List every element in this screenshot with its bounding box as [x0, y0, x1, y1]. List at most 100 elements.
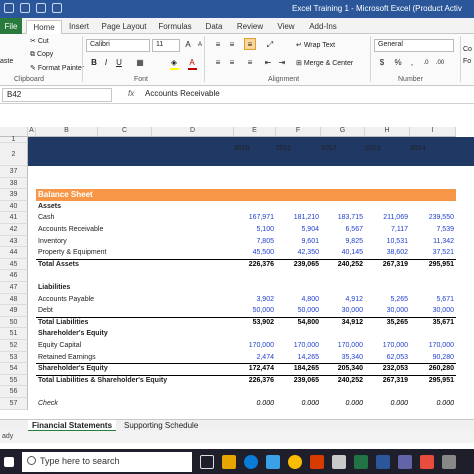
value-cell[interactable]: 240,252 [321, 375, 363, 387]
table-row[interactable]: 53 Retained Earnings 2,474 14,265 35,340 62,0… [0, 351, 474, 364]
row-number[interactable]: 39 [0, 189, 28, 201]
row-number[interactable]: 47 [0, 282, 28, 294]
column-header-h[interactable]: H [365, 127, 410, 137]
table-row[interactable]: 50 Total Liabilities 53,902 54,800 34,912 35,… [0, 316, 474, 329]
value-cell[interactable]: 184,265 [276, 363, 319, 375]
value-cell[interactable]: 226,376 [234, 259, 274, 271]
table-row[interactable]: 44 Property & Equipment 45,500 42,350 40,145… [0, 247, 474, 259]
row-number[interactable]: 2 [0, 143, 28, 166]
align-top-icon[interactable]: ≡ [212, 39, 224, 51]
value-cell[interactable]: 3,902 [234, 294, 274, 306]
table-row[interactable]: 45 Total Assets 226,376 239,065 240,252 267,3… [0, 258, 474, 271]
tab-page-layout[interactable]: Page Layout [100, 20, 148, 34]
value-cell[interactable]: 50,000 [234, 305, 274, 317]
tab-formulas[interactable]: Formulas [156, 20, 194, 34]
value-cell[interactable]: 5,265 [365, 294, 408, 306]
row-label[interactable]: Retained Earnings [38, 352, 96, 364]
value-cell[interactable]: 90,280 [410, 352, 454, 364]
number-format-select[interactable]: General [374, 39, 454, 52]
value-cell[interactable]: 4,800 [276, 294, 319, 306]
row-label[interactable]: Inventory [38, 236, 67, 248]
align-center-icon[interactable]: ≡ [226, 57, 238, 69]
format-as-table-button[interactable]: Fo [463, 58, 471, 65]
value-cell[interactable]: 226,376 [234, 375, 274, 387]
value-cell[interactable]: 295,951 [410, 259, 454, 271]
row-number[interactable]: 51 [0, 328, 28, 340]
increase-decimal-icon[interactable]: .0 [420, 57, 432, 69]
value-cell[interactable]: 211,069 [365, 212, 408, 224]
value-cell[interactable]: 6,567 [321, 224, 363, 236]
row-number[interactable]: 37 [0, 166, 28, 178]
value-cell[interactable]: 181,210 [276, 212, 319, 224]
row-number[interactable]: 54 [0, 363, 28, 375]
value-cell[interactable]: 205,340 [321, 363, 363, 375]
table-row[interactable]: 48 Accounts Payable 3,902 4,800 4,912 5,265 5,… [0, 293, 474, 306]
value-cell[interactable]: 62,053 [365, 352, 408, 364]
table-row[interactable]: 52 Equity Capital 170,000 170,000 170,000 170… [0, 340, 474, 352]
value-cell[interactable]: 170,000 [410, 340, 454, 352]
italic-button[interactable]: I [100, 57, 112, 69]
value-cell[interactable]: 9,601 [276, 236, 319, 248]
row-number[interactable]: 53 [0, 351, 28, 364]
value-cell[interactable]: 37,521 [410, 247, 454, 259]
orientation-icon[interactable]: ⤢ [264, 39, 276, 51]
table-row[interactable]: 40 Assets [0, 200, 474, 213]
borders-icon[interactable]: ▦ [134, 57, 146, 69]
value-cell[interactable]: 10,531 [365, 236, 408, 248]
value-cell[interactable]: 7,117 [365, 224, 408, 236]
chrome-icon[interactable] [288, 455, 302, 469]
paste-button[interactable]: aste [0, 58, 13, 65]
tab-view[interactable]: View [274, 20, 298, 34]
row-number[interactable]: 50 [0, 316, 28, 329]
tab-data[interactable]: Data [203, 20, 225, 34]
table-row[interactable]: 49 Debt 50,000 50,000 30,000 30,000 30,000 [0, 305, 474, 317]
row-label[interactable]: Shareholder's Equity [38, 328, 108, 340]
taskbar-search-box[interactable]: Type here to search [22, 452, 192, 472]
row-label[interactable]: Cash [38, 212, 54, 224]
table-row[interactable]: 2 2010 2011 2012 2013 2014 [0, 143, 474, 166]
row-number[interactable]: 45 [0, 258, 28, 271]
tab-insert[interactable]: Insert [66, 20, 92, 34]
value-cell[interactable]: 172,474 [234, 363, 274, 375]
powerpoint-icon[interactable] [310, 455, 324, 469]
row-label[interactable]: Total Assets [38, 259, 79, 271]
value-cell[interactable]: 0.000 [321, 398, 363, 410]
value-cell[interactable]: 0.000 [234, 398, 274, 410]
row-number[interactable]: 48 [0, 293, 28, 306]
edge-icon[interactable] [244, 455, 258, 469]
value-cell[interactable]: 239,550 [410, 212, 454, 224]
row-label[interactable]: Total Liabilities [38, 317, 88, 329]
table-row[interactable]: 41 Cash 167,971 181,210 183,715 211,069 239,55… [0, 212, 474, 224]
row-number[interactable]: 49 [0, 305, 28, 317]
table-row[interactable]: 47 Liabilities [0, 282, 474, 294]
row-number[interactable]: 46 [0, 270, 28, 282]
value-cell[interactable]: 53,902 [234, 317, 274, 329]
table-row[interactable]: 37 [0, 166, 474, 178]
font-name-select[interactable]: Calibri [86, 39, 150, 52]
row-number[interactable]: 56 [0, 386, 28, 398]
table-row[interactable]: 51 Shareholder's Equity [0, 328, 474, 340]
table-row[interactable]: 57 Check 0.000 0.000 0.000 0.000 0.000 [0, 398, 474, 410]
insert-function-icon[interactable]: fx [128, 89, 134, 98]
value-cell[interactable]: 239,065 [276, 259, 319, 271]
row-label[interactable]: Property & Equipment [38, 247, 106, 259]
value-cell[interactable]: 170,000 [365, 340, 408, 352]
column-header-b[interactable]: B [36, 127, 98, 137]
settings-icon[interactable] [442, 455, 456, 469]
value-cell[interactable]: 7,539 [410, 224, 454, 236]
row-number[interactable]: 42 [0, 224, 28, 236]
value-cell[interactable]: 42,350 [276, 247, 319, 259]
column-header-e[interactable]: E [234, 127, 276, 137]
conditional-formatting-button[interactable]: Co [463, 46, 472, 53]
merge-center-button[interactable]: ⊞ Merge & Center [296, 59, 353, 67]
value-cell[interactable]: 267,319 [365, 375, 408, 387]
cut-button[interactable]: ✂ Cut [30, 37, 49, 45]
row-label[interactable]: Debt [38, 305, 53, 317]
value-cell[interactable]: 183,715 [321, 212, 363, 224]
column-header-a[interactable]: A [28, 127, 36, 137]
percent-button[interactable]: % [392, 57, 404, 69]
task-view-icon[interactable] [200, 455, 214, 469]
wrap-text-button[interactable]: ↵ Wrap Text [296, 41, 335, 49]
worksheet-grid[interactable]: A B C D E F G H I 1 2 2010 2011 2012 2013 2014… [0, 127, 474, 419]
save-icon[interactable] [20, 3, 30, 13]
